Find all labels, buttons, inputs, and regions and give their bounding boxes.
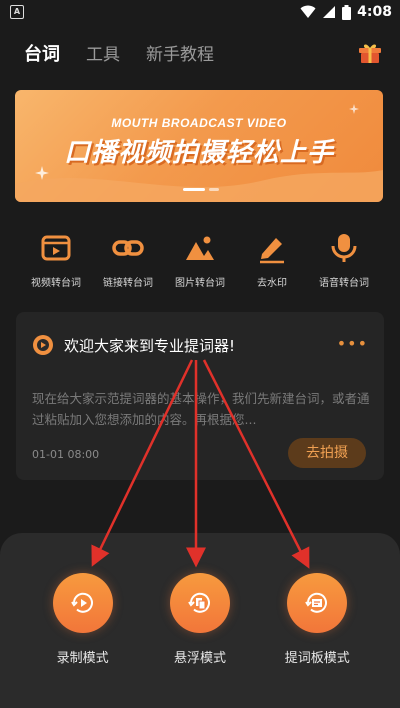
tool-label: 图片转台词	[175, 278, 225, 289]
banner-title: 口播视频拍摄轻松上手	[63, 138, 334, 168]
tool-link-to-lines[interactable]: 链接转台词	[92, 232, 164, 289]
tool-remove-watermark[interactable]: 去水印	[236, 232, 308, 289]
tool-video-to-lines[interactable]: 视频转台词	[20, 232, 92, 289]
float-icon	[188, 592, 210, 613]
mode-circle[interactable]	[52, 573, 113, 633]
image-icon	[186, 236, 214, 260]
tools-row: 视频转台词 链接转台词 图片转台词 去水印 语音转台词	[20, 232, 380, 289]
pager-dot	[209, 188, 219, 191]
tool-image-to-lines[interactable]: 图片转台词	[164, 232, 236, 289]
mode-board[interactable]: 提词板模式	[267, 573, 367, 666]
tool-label: 链接转台词	[103, 278, 153, 289]
app-logo-icon	[33, 335, 53, 355]
mode-circle[interactable]	[287, 573, 348, 633]
signal-icon	[323, 6, 336, 18]
shoot-button[interactable]: 去拍摄	[288, 438, 366, 468]
edit-icon	[260, 238, 284, 264]
board-icon	[305, 592, 328, 613]
banner[interactable]: MOUTH BROADCAST VIDEO 口播视频拍摄轻松上手	[15, 90, 383, 202]
mode-circle[interactable]	[169, 573, 230, 633]
pager-dot-active	[183, 188, 205, 191]
tab-lines[interactable]: 台词	[24, 40, 60, 66]
card-title: 欢迎大家来到专业提词器!	[64, 337, 236, 355]
modes-row: 录制模式 悬浮模式 提词板模式	[0, 573, 400, 666]
status-time: 4:08	[357, 4, 392, 20]
link-icon	[112, 240, 144, 256]
card-body: 现在给大家示范提词器的基本操作，我们先新建台词，或者通过粘贴加入您想添加的内容。…	[32, 391, 370, 427]
mode-label: 提词板模式	[284, 651, 350, 666]
banner-pager	[183, 188, 219, 191]
mode-label: 录制模式	[56, 651, 109, 666]
battery-icon	[342, 4, 352, 20]
mode-record[interactable]: 录制模式	[33, 573, 133, 666]
status-bar: A 4:08	[0, 0, 400, 24]
mic-icon	[331, 234, 357, 262]
tool-voice-to-lines[interactable]: 语音转台词	[308, 232, 380, 289]
video-icon	[41, 235, 71, 261]
mode-float[interactable]: 悬浮模式	[150, 573, 250, 666]
sparkle-icon	[349, 104, 359, 114]
status-icons: 4:08	[300, 3, 392, 21]
tool-label: 去水印	[257, 278, 287, 289]
record-icon	[70, 592, 93, 613]
wifi-icon	[300, 5, 316, 18]
mode-label: 悬浮模式	[173, 651, 226, 666]
tab-tutorial[interactable]: 新手教程	[146, 40, 214, 65]
more-icon[interactable]: •••	[337, 334, 368, 353]
top-tabs: 台词 工具 新手教程	[24, 40, 240, 66]
tool-label: 语音转台词	[319, 278, 369, 289]
card-date: 01-01 08:00	[32, 448, 100, 461]
banner-subtitle: MOUTH BROADCAST VIDEO	[111, 116, 287, 130]
tab-tools[interactable]: 工具	[86, 40, 120, 65]
script-card[interactable]: 欢迎大家来到专业提词器! ••• 现在给大家示范提词器的基本操作，我们先新建台词…	[16, 312, 384, 480]
tool-label: 视频转台词	[31, 278, 81, 289]
notification-icon: A	[10, 5, 24, 19]
gift-icon[interactable]	[358, 42, 382, 64]
mode-sheet: 录制模式 悬浮模式 提词板模式	[0, 533, 400, 708]
